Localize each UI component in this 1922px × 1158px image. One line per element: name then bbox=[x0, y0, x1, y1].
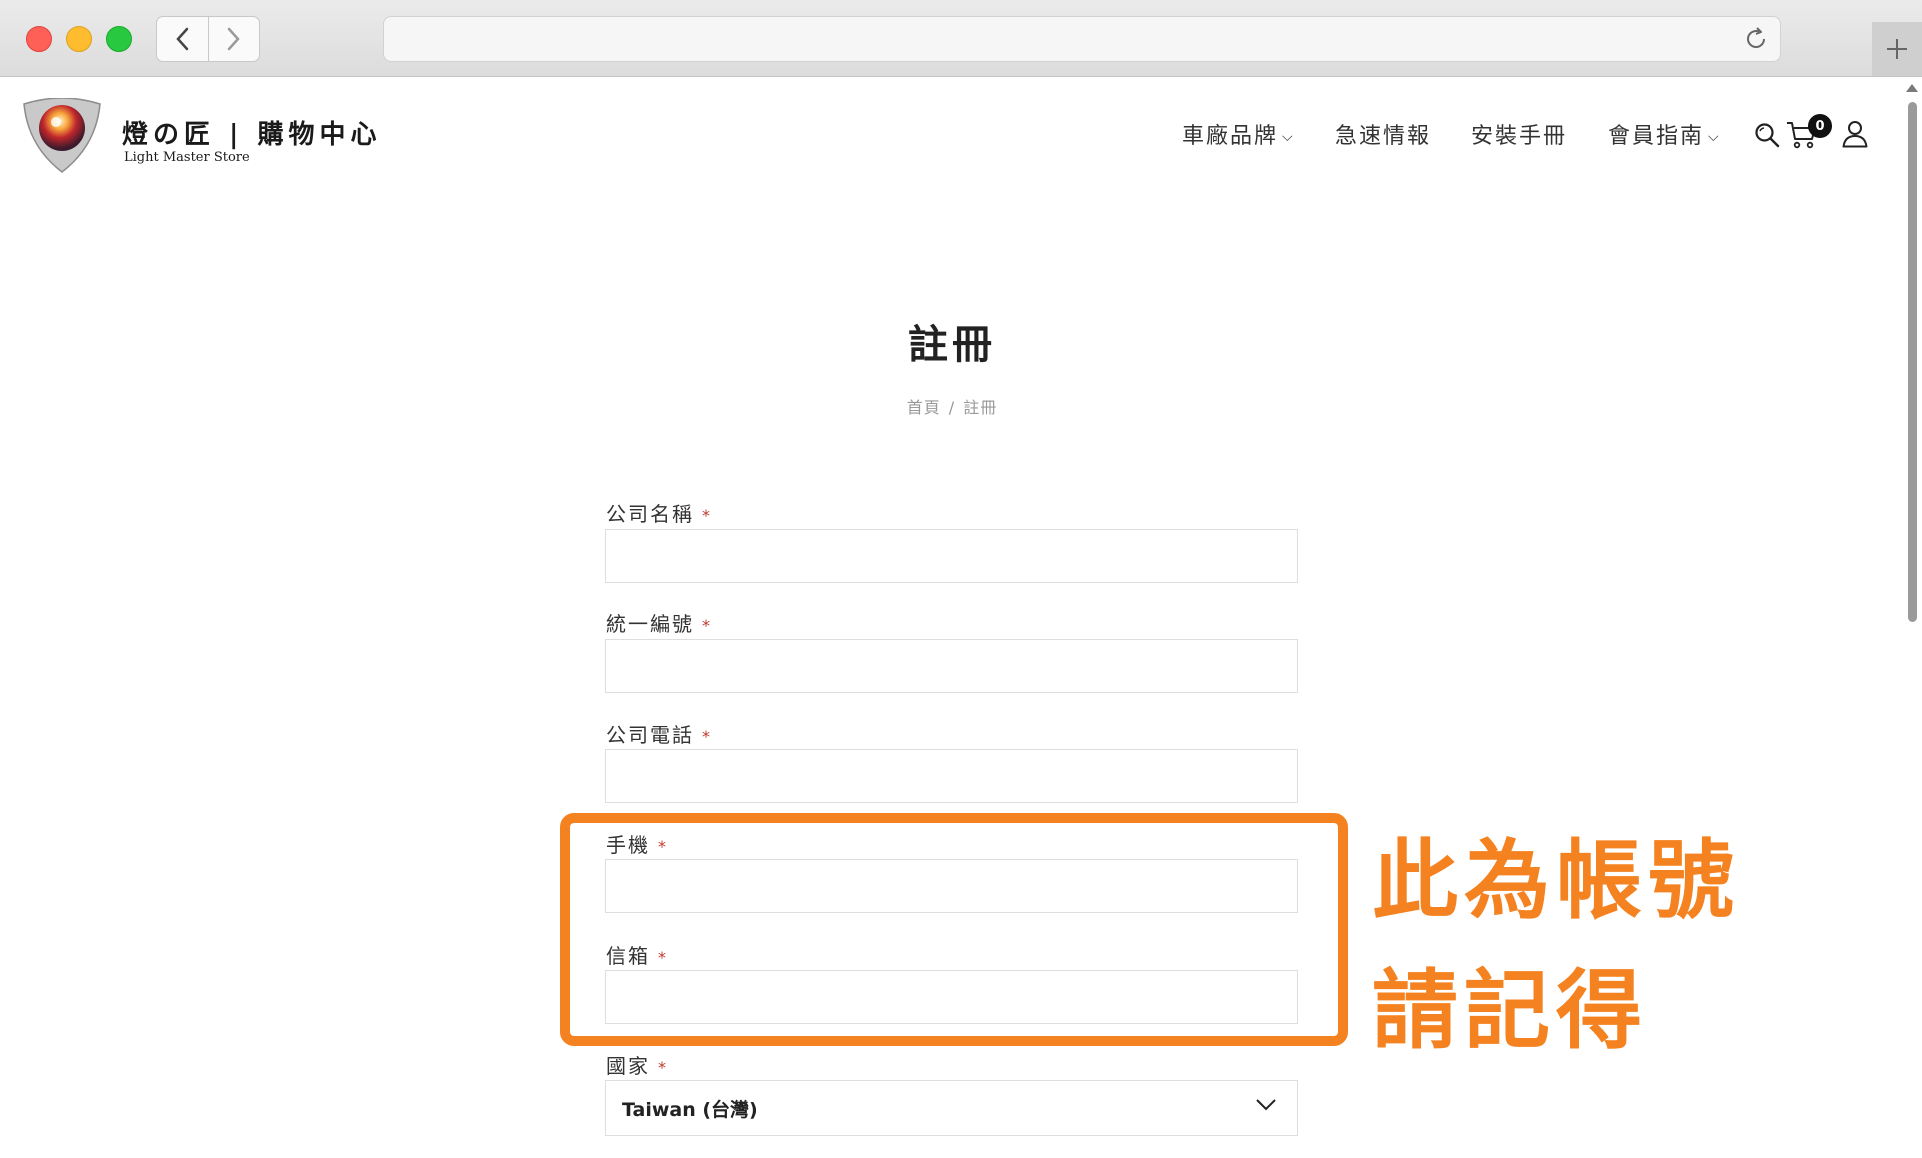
label-text: 公司名稱 bbox=[606, 502, 694, 526]
label-text: 公司電話 bbox=[606, 723, 694, 747]
page-title: 註冊 bbox=[908, 322, 996, 368]
nav-item-member-guide[interactable]: 會員指南 ⌵ bbox=[1608, 118, 1721, 150]
scrollbar-thumb[interactable] bbox=[1908, 102, 1917, 622]
nav-label: 急速情報 bbox=[1335, 124, 1432, 149]
breadcrumb-home-link[interactable]: 首頁 bbox=[907, 398, 941, 417]
search-icon[interactable] bbox=[1754, 122, 1780, 148]
nav-label: 車廠品牌 bbox=[1182, 124, 1279, 149]
chevron-right-icon bbox=[227, 27, 240, 51]
label-text: 國家 bbox=[606, 1054, 650, 1078]
scroll-up-arrow[interactable] bbox=[1906, 84, 1918, 92]
history-nav bbox=[156, 16, 260, 62]
company-phone-label: 公司電話 * bbox=[606, 719, 712, 748]
chevron-down-icon: ⌵ bbox=[1708, 129, 1721, 145]
zoom-window-button[interactable] bbox=[106, 26, 132, 52]
breadcrumb-current: 註冊 bbox=[963, 398, 998, 417]
annotation-line-2: 請記得 bbox=[1372, 961, 1648, 1061]
country-label: 國家 * bbox=[606, 1050, 668, 1079]
nav-item-install-manual[interactable]: 安裝手冊 bbox=[1471, 118, 1567, 150]
required-mark: * bbox=[658, 1058, 668, 1077]
breadcrumb: 首頁 / 註冊 bbox=[0, 394, 1904, 418]
nav-label: 安裝手冊 bbox=[1471, 124, 1568, 149]
browser-toolbar bbox=[0, 0, 1922, 77]
required-mark: * bbox=[702, 506, 712, 525]
chevron-down-icon bbox=[1256, 1099, 1276, 1111]
reload-icon[interactable] bbox=[1744, 27, 1768, 51]
company-phone-input[interactable] bbox=[605, 749, 1298, 803]
nav-label: 會員指南 bbox=[1608, 124, 1705, 149]
breadcrumb-separator: / bbox=[948, 398, 956, 417]
company-name-input[interactable] bbox=[605, 529, 1298, 583]
close-window-button[interactable] bbox=[26, 26, 52, 52]
logo-icon[interactable] bbox=[22, 98, 102, 174]
minimize-window-button[interactable] bbox=[66, 26, 92, 52]
back-button[interactable] bbox=[157, 17, 208, 61]
country-selected-value: Taiwan (台灣) bbox=[622, 1099, 758, 1121]
chevron-left-icon bbox=[176, 27, 189, 51]
cart-count-badge: 0 bbox=[1808, 114, 1832, 138]
country-select[interactable]: Taiwan (台灣) bbox=[605, 1080, 1298, 1136]
annotation-highlight-box bbox=[560, 813, 1348, 1046]
chevron-down-icon: ⌵ bbox=[1282, 129, 1295, 145]
annotation-line-1: 此為帳號 bbox=[1372, 831, 1740, 931]
forward-button[interactable] bbox=[207, 17, 260, 61]
address-bar[interactable] bbox=[383, 16, 1781, 62]
tax-id-input[interactable] bbox=[605, 639, 1298, 693]
nav-item-car-brands[interactable]: 車廠品牌 ⌵ bbox=[1182, 118, 1295, 150]
user-icon[interactable] bbox=[1842, 120, 1868, 148]
company-name-label: 公司名稱 * bbox=[606, 498, 712, 527]
required-mark: * bbox=[702, 727, 712, 746]
required-mark: * bbox=[702, 616, 712, 635]
new-tab-button[interactable] bbox=[1872, 22, 1922, 76]
label-text: 統一編號 bbox=[606, 612, 694, 636]
site-logo-title[interactable]: 燈の匠 | 購物中心 bbox=[122, 114, 382, 151]
plus-icon bbox=[1887, 39, 1907, 59]
tax-id-label: 統一編號 * bbox=[606, 608, 712, 637]
nav-item-quick-news[interactable]: 急速情報 bbox=[1335, 118, 1431, 150]
site-logo-subtitle: Light Master Store bbox=[124, 150, 250, 165]
